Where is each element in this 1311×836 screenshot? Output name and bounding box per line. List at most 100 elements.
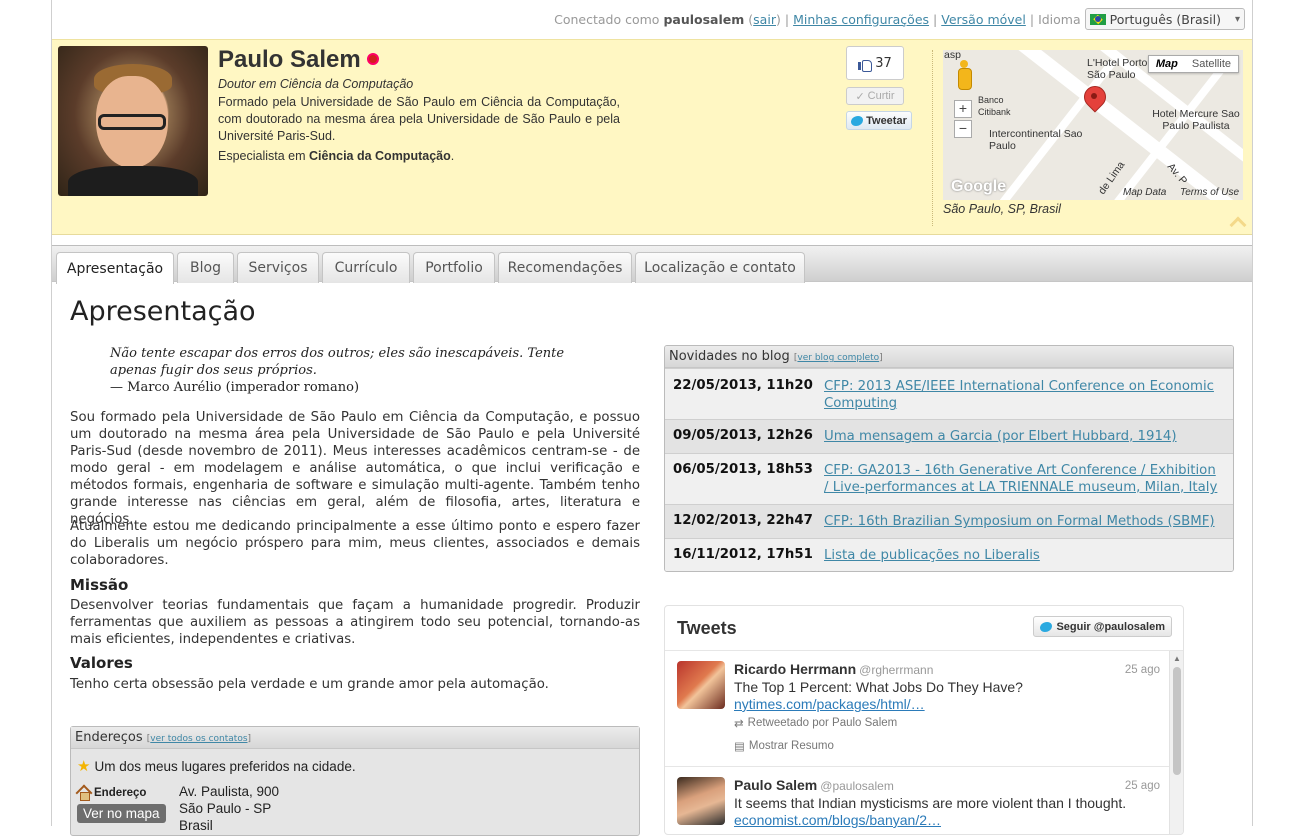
tweets-title: Tweets: [677, 618, 737, 638]
current-focus-paragraph: Atualmente estou me dedicando principalm…: [70, 519, 640, 568]
like-button[interactable]: ✓ Curtir: [846, 87, 904, 105]
tweet-button[interactable]: Tweetar: [846, 111, 912, 130]
scrollbar-thumb[interactable]: [1173, 667, 1181, 775]
blog-post-link[interactable]: Lista de publicações no Liberalis: [824, 547, 1224, 564]
blog-post-link[interactable]: CFP: 2013 ASE/IEEE International Confere…: [824, 378, 1224, 412]
tweet-author-handle[interactable]: @rgherrmann: [859, 663, 933, 677]
tab-portfolio[interactable]: Portfolio: [413, 252, 495, 283]
blog-post-row: 09/05/2013, 12h26 Uma mensagem a Garcia …: [665, 419, 1233, 453]
retweet-note: ⇄ Retweetado por Paulo Salem: [734, 717, 898, 730]
tab-localizacao-contato[interactable]: Localização e contato: [635, 252, 805, 283]
profile-headline: Doutor em Ciência da Computação: [218, 77, 414, 91]
blog-news-header: Novidades no blog [ver blog completo]: [665, 346, 1233, 368]
tweet-author-handle[interactable]: @paulosalem: [820, 779, 894, 793]
quote: Não tente escapar dos erros dos outros; …: [110, 345, 600, 396]
thumbs-up-icon: [858, 57, 873, 72]
blog-post-row: 12/02/2013, 22h47 CFP: 16th Brazilian Sy…: [665, 504, 1233, 538]
location-pin-icon[interactable]: [1084, 86, 1104, 122]
map-mode-button[interactable]: Map: [1149, 56, 1185, 72]
blog-post-link[interactable]: CFP: GA2013 - 16th Generative Art Confer…: [824, 462, 1224, 496]
tweet-timestamp[interactable]: 25 ago: [1125, 664, 1160, 676]
account-bar: Conectado como paulosalem (sair) | Minha…: [554, 8, 1245, 30]
tweets-widget: Tweets Seguir @paulosalem Ricardo Herrma…: [664, 605, 1184, 835]
check-icon: ✓: [855, 90, 865, 103]
blog-post-link[interactable]: CFP: 16th Brazilian Symposium on Formal …: [824, 513, 1224, 530]
avatar[interactable]: [677, 777, 725, 825]
house-icon: [77, 787, 91, 801]
page: Conectado como paulosalem (sair) | Minha…: [51, 0, 1253, 836]
collapse-chevron-icon[interactable]: [1231, 216, 1245, 226]
mission-text: Desenvolver teorias fundamentais que faç…: [70, 598, 640, 647]
ribbon-badge-icon: [366, 53, 379, 65]
like-count-box[interactable]: 37: [846, 46, 904, 80]
blog-post-row: 16/11/2012, 17h51 Lista de publicações n…: [665, 538, 1233, 571]
brazil-flag-icon: [1089, 13, 1106, 25]
values-text: Tenho certa obsessão pela verdade e um g…: [70, 677, 549, 692]
page-title: Apresentação: [70, 296, 256, 327]
profile-header: Paulo Salem Doutor em Ciência da Computa…: [52, 39, 1252, 235]
follow-button[interactable]: Seguir @paulosalem: [1033, 616, 1172, 637]
star-icon: ★: [77, 758, 91, 775]
connected-label: Conectado como: [554, 11, 660, 27]
tab-recomendacoes[interactable]: Recomendações: [498, 252, 632, 283]
tab-blog[interactable]: Blog: [177, 252, 234, 283]
map-data-link[interactable]: Map Data: [1123, 187, 1166, 198]
values-heading: Valores: [70, 654, 133, 672]
language-label: Idioma: [1038, 11, 1081, 27]
all-contacts-link[interactable]: ver todos os contatos: [150, 734, 247, 744]
zoom-out-button[interactable]: −: [954, 120, 972, 138]
location-map[interactable]: + − asp L'Hotel Porto Bay São Paulo Banc…: [943, 50, 1243, 200]
mission-heading: Missão: [70, 576, 129, 594]
tweet-timestamp[interactable]: 25 ago: [1125, 780, 1160, 792]
profile-specialty: Especialista em Ciência da Computação.: [218, 149, 455, 163]
profile-bio: Formado pela Universidade de São Paulo e…: [218, 95, 620, 143]
blog-post-row: 22/05/2013, 11h20 CFP: 2013 ASE/IEEE Int…: [665, 368, 1233, 419]
tweet-link[interactable]: nytimes.com/packages/html/…: [734, 696, 925, 712]
scroll-up-icon[interactable]: ▲: [1173, 654, 1181, 663]
quote-author: — Marco Aurélio (imperador romano): [110, 380, 360, 395]
chevron-down-icon: ▾: [1234, 13, 1240, 25]
logout-link[interactable]: sair: [753, 12, 776, 27]
tweet-text: It seems that Indian mysticisms are more…: [734, 795, 1127, 811]
intro-paragraph: Sou formado pela Universidade de São Pau…: [70, 410, 640, 527]
tab-curriculo[interactable]: Currículo: [322, 252, 410, 283]
address-lines: Av. Paulista, 900 São Paulo - SP Brasil: [179, 784, 280, 833]
avatar[interactable]: [677, 661, 725, 709]
map-caption: São Paulo, SP, Brasil: [943, 202, 1061, 216]
addresses-panel: Endereços [ver todos os contatos] ★ Um d…: [70, 726, 640, 836]
map-type-toggle: Map Satellite: [1147, 55, 1239, 73]
satellite-mode-button[interactable]: Satellite: [1185, 56, 1238, 72]
google-logo: Google: [951, 178, 1007, 195]
tweet-author-name[interactable]: Paulo Salem: [734, 777, 817, 793]
map-zoom-controls: + −: [954, 100, 972, 138]
twitter-bird-icon: [1040, 621, 1053, 632]
summary-icon: ▤: [734, 741, 745, 753]
full-blog-link[interactable]: ver blog completo: [797, 353, 879, 363]
blog-news-panel: Novidades no blog [ver blog completo] 22…: [664, 345, 1234, 572]
terms-of-use-link[interactable]: Terms of Use: [1180, 187, 1239, 198]
blog-post-link[interactable]: Uma mensagem a Garcia (por Elbert Hubbar…: [824, 428, 1224, 445]
profile-name: Paulo Salem: [218, 46, 379, 74]
retweet-icon: ⇄: [734, 718, 744, 730]
show-summary-link[interactable]: ▤ Mostrar Resumo: [734, 739, 834, 753]
mobile-version-link[interactable]: Versão móvel: [941, 12, 1026, 27]
tweet-item: Paulo Salem @paulosalem 25 ago It seems t…: [665, 767, 1170, 834]
tweet-author-name[interactable]: Ricardo Herrmann: [734, 661, 856, 677]
tweets-scrollbar[interactable]: ▲: [1169, 651, 1183, 834]
social-buttons: 37 ✓ Curtir Tweetar: [846, 46, 916, 130]
address-label: Endereço: [77, 787, 146, 801]
twitter-bird-icon: [851, 115, 864, 126]
tab-servicos[interactable]: Serviços: [237, 252, 319, 283]
zoom-in-button[interactable]: +: [954, 100, 972, 118]
blog-post-row: 06/05/2013, 18h53 CFP: GA2013 - 16th Gen…: [665, 453, 1233, 504]
language-value: Português (Brasil): [1109, 11, 1221, 27]
view-on-map-button[interactable]: Ver no mapa: [77, 804, 166, 823]
tweets-header: Tweets Seguir @paulosalem: [665, 606, 1183, 651]
language-select[interactable]: Português (Brasil) ▾: [1084, 8, 1245, 30]
favorite-place-note: ★ Um dos meus lugares preferidos na cida…: [77, 758, 356, 775]
tab-apresentacao[interactable]: Apresentação: [56, 252, 174, 284]
tweet-item: Ricardo Herrmann @rgherrmann 25 ago The T…: [665, 651, 1170, 767]
settings-link[interactable]: Minhas configurações: [793, 12, 929, 27]
tab-bar: Apresentação Blog Serviços Currículo Por…: [52, 245, 1252, 284]
street-view-pegman-icon[interactable]: [957, 60, 972, 92]
